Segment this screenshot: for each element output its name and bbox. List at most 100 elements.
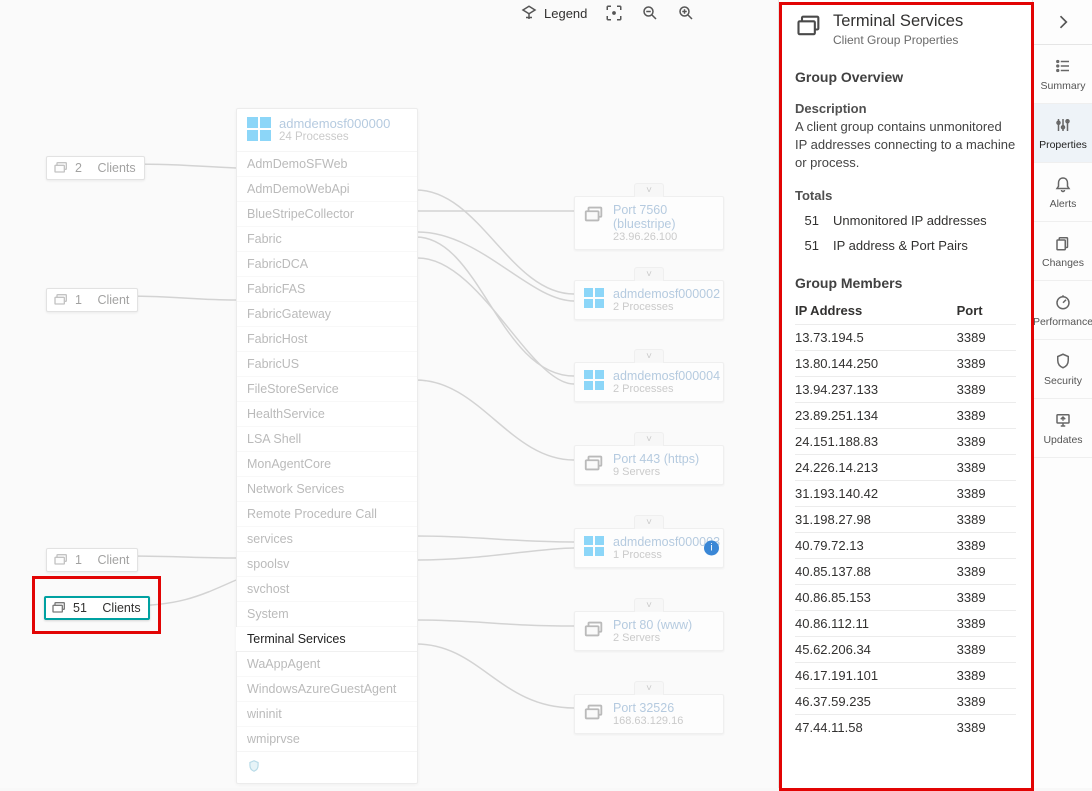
- process-item[interactable]: services: [237, 527, 417, 552]
- port-cell: 3389: [951, 403, 1016, 429]
- process-item[interactable]: FileStoreService: [237, 377, 417, 402]
- dep-port-32526[interactable]: ˅ Port 32526 168.63.129.16: [574, 694, 724, 734]
- table-row[interactable]: 13.94.237.1333389: [795, 377, 1016, 403]
- updates-icon: [1053, 410, 1073, 430]
- machine-admdemosf000000[interactable]: admdemosf000000 24 Processes AdmDemoSFWe…: [236, 108, 418, 784]
- zoom-in-icon: [677, 4, 695, 22]
- info-icon[interactable]: i: [704, 541, 719, 556]
- dep-admdemosf000004[interactable]: ˅ admdemosf000004 2 Processes: [574, 362, 724, 402]
- table-row[interactable]: 46.17.191.1013389: [795, 663, 1016, 689]
- dep-title: Port 443 (https): [613, 452, 699, 466]
- rail-label: Properties: [1039, 139, 1087, 151]
- process-item[interactable]: System: [237, 602, 417, 627]
- process-item[interactable]: BlueStripeCollector: [237, 202, 417, 227]
- ip-cell: 13.73.194.5: [795, 325, 951, 351]
- fit-button[interactable]: [605, 4, 623, 22]
- expand-chevron[interactable]: ˅: [634, 515, 664, 529]
- table-row[interactable]: 40.85.137.883389: [795, 559, 1016, 585]
- table-row[interactable]: 13.73.194.53389: [795, 325, 1016, 351]
- process-item[interactable]: LSA Shell: [237, 427, 417, 452]
- description-text: A client group contains unmonitored IP a…: [795, 118, 1016, 172]
- zoom-out-button[interactable]: [641, 4, 659, 22]
- dep-admdemosf000003[interactable]: ˅ admdemosf000003 1 Process i: [574, 528, 724, 568]
- table-row[interactable]: 31.193.140.423389: [795, 481, 1016, 507]
- process-item[interactable]: Network Services: [237, 477, 417, 502]
- process-list: AdmDemoSFWebAdmDemoWebApiBlueStripeColle…: [237, 151, 417, 751]
- members-table: IP Address Port 13.73.194.5338913.80.144…: [795, 297, 1016, 740]
- process-item[interactable]: MonAgentCore: [237, 452, 417, 477]
- process-item[interactable]: Fabric: [237, 227, 417, 252]
- ip-cell: 40.79.72.13: [795, 533, 951, 559]
- rail-expand[interactable]: [1033, 0, 1092, 45]
- dep-port-7560[interactable]: ˅ Port 7560 (bluestripe) 23.96.26.100: [574, 196, 724, 250]
- port-cell: 3389: [951, 715, 1016, 741]
- dep-port-443[interactable]: ˅ Port 443 (https) 9 Servers: [574, 445, 724, 485]
- table-row[interactable]: 47.44.11.583389: [795, 715, 1016, 741]
- process-item[interactable]: HealthService: [237, 402, 417, 427]
- table-row[interactable]: 45.62.206.343389: [795, 637, 1016, 663]
- totals-count: 51: [795, 238, 819, 253]
- process-item[interactable]: WindowsAzureGuestAgent: [237, 677, 417, 702]
- expand-chevron[interactable]: ˅: [634, 183, 664, 197]
- rail-performance[interactable]: Performance: [1033, 281, 1092, 340]
- ip-cell: 40.86.85.153: [795, 585, 951, 611]
- table-row[interactable]: 40.86.112.113389: [795, 611, 1016, 637]
- zoom-out-icon: [641, 4, 659, 22]
- process-item[interactable]: AdmDemoWebApi: [237, 177, 417, 202]
- side-rail: Summary Properties Alerts Changes Perfor…: [1032, 0, 1092, 788]
- rail-properties[interactable]: Properties: [1033, 104, 1092, 163]
- ip-cell: 24.226.14.213: [795, 455, 951, 481]
- dep-title: admdemosf000004: [613, 369, 720, 383]
- table-row[interactable]: 40.86.85.1533389: [795, 585, 1016, 611]
- rail-label: Summary: [1041, 80, 1086, 92]
- expand-chevron[interactable]: ˅: [634, 267, 664, 281]
- port-cell: 3389: [951, 533, 1016, 559]
- table-row[interactable]: 31.198.27.983389: [795, 507, 1016, 533]
- process-item[interactable]: WaAppAgent: [237, 652, 417, 677]
- dep-port-80[interactable]: ˅ Port 80 (www) 2 Servers: [574, 611, 724, 651]
- port-cell: 3389: [951, 377, 1016, 403]
- expand-chevron[interactable]: ˅: [634, 349, 664, 363]
- client-count: 51: [73, 601, 87, 615]
- dep-admdemosf000002[interactable]: ˅ admdemosf000002 2 Processes: [574, 280, 724, 320]
- expand-chevron[interactable]: ˅: [634, 598, 664, 612]
- rail-security[interactable]: Security: [1033, 340, 1092, 399]
- process-item[interactable]: wininit: [237, 702, 417, 727]
- process-item[interactable]: AdmDemoSFWeb: [237, 152, 417, 177]
- rail-summary[interactable]: Summary: [1033, 45, 1092, 104]
- table-row[interactable]: 24.151.188.833389: [795, 429, 1016, 455]
- process-item[interactable]: spoolsv: [237, 552, 417, 577]
- port-cell: 3389: [951, 429, 1016, 455]
- summary-icon: [1053, 56, 1073, 76]
- table-row[interactable]: 40.79.72.133389: [795, 533, 1016, 559]
- client-group-1a[interactable]: 1 Client: [46, 288, 138, 312]
- legend-button[interactable]: Legend: [520, 4, 587, 22]
- client-suffix: Clients: [97, 161, 135, 175]
- dep-title: admdemosf000002: [613, 287, 720, 301]
- table-row[interactable]: 23.89.251.1343389: [795, 403, 1016, 429]
- port-cell: 3389: [951, 689, 1016, 715]
- rail-alerts[interactable]: Alerts: [1033, 163, 1092, 222]
- process-item[interactable]: FabricGateway: [237, 302, 417, 327]
- rail-updates[interactable]: Updates: [1033, 399, 1092, 458]
- expand-chevron[interactable]: ˅: [634, 681, 664, 695]
- table-row[interactable]: 24.226.14.2133389: [795, 455, 1016, 481]
- client-group-51[interactable]: 51 Clients: [44, 596, 150, 620]
- process-item[interactable]: svchost: [237, 577, 417, 602]
- client-group-2[interactable]: 2 Clients: [46, 156, 145, 180]
- client-group-1b[interactable]: 1 Client: [46, 548, 138, 572]
- client-group-icon: [53, 292, 69, 308]
- process-item[interactable]: Terminal Services: [237, 627, 417, 652]
- process-item[interactable]: wmiprvse: [237, 727, 417, 751]
- table-row[interactable]: 13.80.144.2503389: [795, 351, 1016, 377]
- process-item[interactable]: FabricDCA: [237, 252, 417, 277]
- rail-changes[interactable]: Changes: [1033, 222, 1092, 281]
- port-cell: 3389: [951, 559, 1016, 585]
- process-item[interactable]: Remote Procedure Call: [237, 502, 417, 527]
- process-item[interactable]: FabricFAS: [237, 277, 417, 302]
- table-row[interactable]: 46.37.59.2353389: [795, 689, 1016, 715]
- process-item[interactable]: FabricHost: [237, 327, 417, 352]
- process-item[interactable]: FabricUS: [237, 352, 417, 377]
- zoom-in-button[interactable]: [677, 4, 695, 22]
- expand-chevron[interactable]: ˅: [634, 432, 664, 446]
